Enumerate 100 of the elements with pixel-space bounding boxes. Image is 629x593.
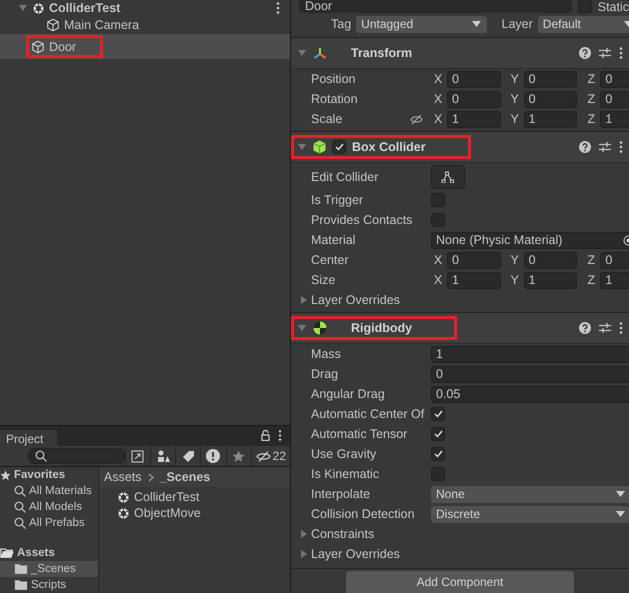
sliders-icon[interactable] <box>599 47 611 59</box>
object-name-field[interactable]: Door <box>299 0 572 13</box>
assets-label[interactable]: Assets <box>17 547 55 559</box>
number-field[interactable]: 0 <box>600 70 629 88</box>
folder-row[interactable]: Scripts <box>0 577 98 593</box>
lock-icon[interactable] <box>261 430 270 441</box>
folder-row[interactable]: _Scenes <box>0 561 98 577</box>
number-field[interactable]: 1 <box>447 110 501 128</box>
foldout-label[interactable]: Layer Overrides <box>311 547 400 561</box>
axis-label: X <box>432 92 444 106</box>
search-icon <box>35 450 47 462</box>
foldout-label[interactable]: Constraints <box>311 527 374 541</box>
axis-label: Z <box>586 112 596 126</box>
search-field[interactable] <box>28 448 125 464</box>
scene-name[interactable]: ColliderTest <box>49 1 120 15</box>
property-label: Mass <box>311 347 342 361</box>
search-icon <box>14 501 26 513</box>
component-header[interactable]: Box Collider <box>291 131 629 163</box>
expanded-arrow-icon[interactable] <box>297 48 307 58</box>
expanded-arrow-icon[interactable] <box>297 142 307 152</box>
layer-label: Layer <box>502 17 533 31</box>
collapsed-arrow-icon[interactable] <box>299 529 309 539</box>
number-field[interactable]: 0 <box>600 252 629 268</box>
scene-file[interactable]: ObjectMove <box>134 506 201 520</box>
collapsed-arrow-icon[interactable] <box>299 549 309 559</box>
polyline-icon <box>441 170 455 182</box>
star-icon <box>0 470 11 480</box>
checkbox[interactable] <box>431 447 445 461</box>
component-header[interactable]: Transform <box>291 37 629 69</box>
component-header[interactable]: Rigidbody <box>291 312 629 344</box>
object-name: Main Camera <box>64 18 140 32</box>
property-label: Is Trigger <box>311 193 364 207</box>
more-menu-icon[interactable] <box>619 47 623 59</box>
breadcrumb-item[interactable]: _Scenes <box>160 470 210 484</box>
number-field[interactable]: 1 <box>524 110 578 128</box>
tag-dropdown[interactable]: Untagged <box>356 16 487 32</box>
favorite-item[interactable]: All Models <box>29 501 82 513</box>
add-component-button[interactable]: Add Component <box>346 571 574 593</box>
number-field[interactable]: 1 <box>600 272 629 288</box>
property-label: Size <box>311 273 336 287</box>
search-icon <box>14 485 26 497</box>
help-icon[interactable] <box>579 141 591 153</box>
foldout-label[interactable]: Layer Overrides <box>311 293 400 307</box>
cube-icon <box>46 18 60 32</box>
number-field[interactable]: 1 <box>431 346 629 362</box>
hierarchy-row[interactable]: Door <box>0 34 290 59</box>
layer-dropdown[interactable]: Default <box>538 16 629 32</box>
dropdown[interactable]: Discrete <box>431 506 629 522</box>
axis-label: Y <box>509 273 520 287</box>
project-tab[interactable]: Project <box>0 430 58 446</box>
axis-label: Y <box>509 253 520 267</box>
checkbox[interactable] <box>332 140 346 154</box>
scene-file[interactable]: ColliderTest <box>134 490 200 504</box>
number-field[interactable]: 0 <box>524 70 578 88</box>
expanded-arrow-icon[interactable] <box>297 323 307 333</box>
hidden-eye-icon[interactable] <box>256 450 271 462</box>
collapsed-arrow-icon[interactable] <box>299 295 309 305</box>
number-field[interactable]: 1 <box>447 272 501 288</box>
axis-label: Y <box>509 72 520 86</box>
object-field[interactable]: None (Physic Material) <box>431 232 629 248</box>
expanded-arrow-icon[interactable] <box>18 3 28 13</box>
number-field[interactable]: 0 <box>524 252 578 268</box>
axis-label: Z <box>586 92 596 106</box>
axis-label: Y <box>509 112 520 126</box>
more-menu-icon[interactable] <box>276 2 280 14</box>
axis-label: X <box>432 112 444 126</box>
edit-collider-button[interactable] <box>431 164 465 188</box>
favorite-item[interactable]: All Materials <box>29 485 92 497</box>
dropdown[interactable]: None <box>431 486 629 502</box>
help-icon[interactable] <box>579 47 591 59</box>
number-field[interactable]: 0 <box>431 366 629 382</box>
unlinked-icon[interactable] <box>410 114 423 124</box>
search-icon <box>14 517 26 529</box>
number-field[interactable]: 0 <box>447 70 501 88</box>
sliders-icon[interactable] <box>599 141 611 153</box>
checkbox[interactable] <box>431 407 445 421</box>
property-label: Center <box>311 253 349 267</box>
number-field[interactable]: 1 <box>600 110 629 128</box>
property-label: Material <box>311 233 356 247</box>
number-field[interactable]: 0 <box>447 90 501 108</box>
favorites-label[interactable]: Favorites <box>14 469 66 481</box>
more-menu-icon[interactable] <box>619 322 623 334</box>
number-field[interactable]: 0 <box>447 252 501 268</box>
number-field[interactable]: 0 <box>524 90 578 108</box>
hierarchy-row[interactable]: Main Camera <box>0 16 290 34</box>
number-field[interactable]: 0.05 <box>431 386 629 402</box>
property-label: Is Kinematic <box>311 467 380 481</box>
more-menu-icon[interactable] <box>619 141 623 153</box>
breadcrumb-item[interactable]: Assets <box>104 470 142 484</box>
axis-label: Z <box>586 253 596 267</box>
number-field[interactable]: 1 <box>524 272 578 288</box>
checkmark-icon <box>434 430 442 438</box>
more-menu-icon[interactable] <box>278 430 282 441</box>
sliders-icon[interactable] <box>599 322 611 334</box>
axes-icon <box>313 46 327 60</box>
checkbox[interactable] <box>431 427 445 441</box>
favorite-item[interactable]: All Prefabs <box>29 517 85 529</box>
number-field[interactable]: 0 <box>600 90 629 108</box>
help-icon[interactable] <box>579 322 591 334</box>
component-title: Box Collider <box>352 140 426 154</box>
